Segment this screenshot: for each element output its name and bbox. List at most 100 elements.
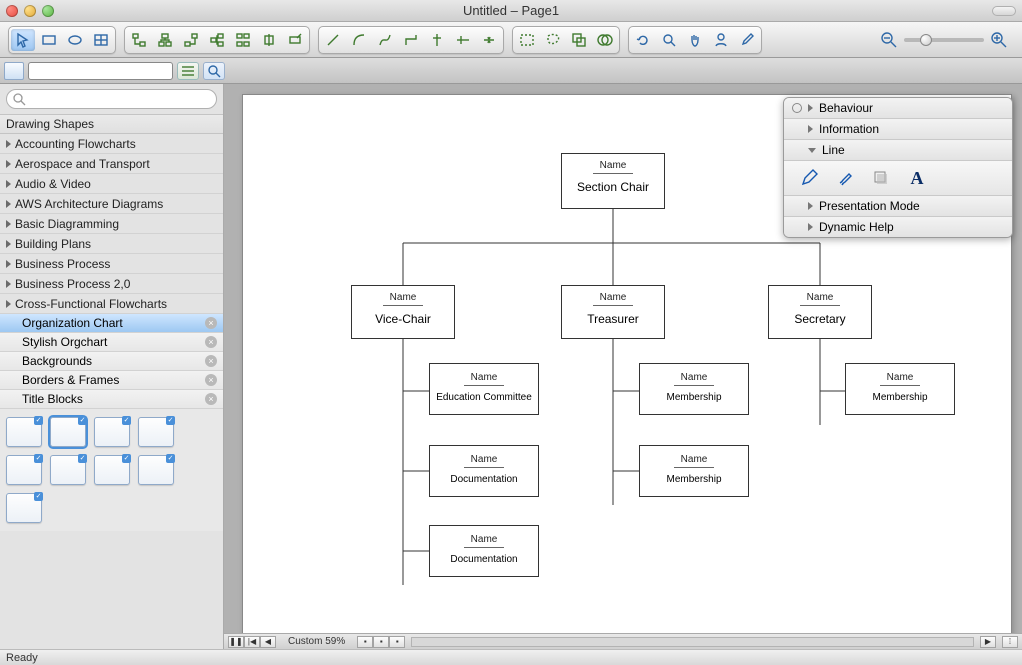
- disclosure-icon: [808, 202, 813, 210]
- table-tool[interactable]: [89, 29, 113, 51]
- zoom-in-icon[interactable]: [990, 31, 1008, 49]
- brush-tool-icon[interactable]: [834, 167, 856, 189]
- library-search-input[interactable]: [28, 62, 173, 80]
- shapes-search-input[interactable]: [6, 89, 217, 109]
- subcategory-label: Organization Chart: [22, 316, 123, 330]
- org-node-membership-t2[interactable]: Name Membership: [639, 445, 749, 497]
- stencil-shape[interactable]: ✓: [138, 455, 174, 485]
- close-stencil-icon[interactable]: ×: [205, 336, 217, 348]
- page-tab-button[interactable]: ❚❚: [228, 636, 244, 648]
- region-lasso-tool[interactable]: [541, 29, 565, 51]
- subcategory-borders-frames[interactable]: Borders & Frames×: [0, 371, 223, 390]
- tree-down-tool[interactable]: [153, 29, 177, 51]
- stencil-shape[interactable]: ✓: [94, 417, 130, 447]
- inspector-label: Presentation Mode: [819, 199, 920, 213]
- org-node-documentation-1[interactable]: Name Documentation: [429, 445, 539, 497]
- refresh-tool[interactable]: [631, 29, 655, 51]
- list-view-button[interactable]: [177, 62, 199, 80]
- arc-tool[interactable]: [347, 29, 371, 51]
- tree-delete-tool[interactable]: [283, 29, 307, 51]
- view-mode-2[interactable]: ▪: [373, 636, 389, 648]
- close-stencil-icon[interactable]: ×: [205, 317, 217, 329]
- tool-group-view: [628, 26, 762, 54]
- pan-tool[interactable]: [683, 29, 707, 51]
- org-node-section-chair[interactable]: Name Section Chair: [561, 153, 665, 209]
- stencil-shape[interactable]: ✓: [6, 493, 42, 523]
- org-node-secretary[interactable]: Name Secretary: [768, 285, 872, 339]
- tree-left-tool[interactable]: [127, 29, 151, 51]
- category-item[interactable]: Basic Diagramming: [0, 214, 223, 234]
- inspector-row-help[interactable]: Dynamic Help: [784, 217, 1012, 237]
- org-node-documentation-2[interactable]: Name Documentation: [429, 525, 539, 577]
- category-item[interactable]: Aerospace and Transport: [0, 154, 223, 174]
- subcategory-organization-chart[interactable]: Organization Chart ×: [0, 314, 223, 333]
- category-item[interactable]: Accounting Flowcharts: [0, 134, 223, 154]
- split-v-tool[interactable]: [425, 29, 449, 51]
- category-label: Building Plans: [15, 237, 91, 251]
- close-stencil-icon[interactable]: ×: [205, 393, 217, 405]
- stencil-shape[interactable]: ✓: [94, 455, 130, 485]
- close-stencil-icon[interactable]: ×: [205, 355, 217, 367]
- view-mode-1[interactable]: ▪: [357, 636, 373, 648]
- org-node-membership-t1[interactable]: Name Membership: [639, 363, 749, 415]
- category-item[interactable]: Business Process 2,0: [0, 274, 223, 294]
- user-tool[interactable]: [709, 29, 733, 51]
- shadow-tool-icon[interactable]: [870, 167, 892, 189]
- pointer-tool[interactable]: [11, 29, 35, 51]
- zoom-level-label[interactable]: Custom 59%: [282, 636, 351, 647]
- pen-tool-icon[interactable]: [798, 167, 820, 189]
- subcategory-stylish-orgchart[interactable]: Stylish Orgchart×: [0, 333, 223, 352]
- org-node-vice-chair[interactable]: Name Vice-Chair: [351, 285, 455, 339]
- stencil-shape[interactable]: ✓: [6, 417, 42, 447]
- scroll-first-button[interactable]: |◀: [244, 636, 260, 648]
- org-node-edu-committee[interactable]: Name Education Committee: [429, 363, 539, 415]
- category-item[interactable]: Building Plans: [0, 234, 223, 254]
- org-node-membership-s1[interactable]: Name Membership: [845, 363, 955, 415]
- tree-insert-tool[interactable]: [257, 29, 281, 51]
- zoom-tool[interactable]: [657, 29, 681, 51]
- category-item[interactable]: Audio & Video: [0, 174, 223, 194]
- line-tool[interactable]: [321, 29, 345, 51]
- library-tab-button[interactable]: [4, 62, 24, 80]
- org-node-treasurer[interactable]: Name Treasurer: [561, 285, 665, 339]
- elbow-tool[interactable]: [399, 29, 423, 51]
- curve-tool[interactable]: [373, 29, 397, 51]
- drawing-canvas[interactable]: Name Section Chair Name Vice-Chair Name …: [242, 94, 1012, 633]
- category-item[interactable]: Business Process: [0, 254, 223, 274]
- subcategory-title-blocks[interactable]: Title Blocks×: [0, 390, 223, 409]
- inspector-row-line[interactable]: Line: [784, 140, 1012, 161]
- eyedropper-tool[interactable]: [735, 29, 759, 51]
- view-mode-3[interactable]: ▪: [389, 636, 405, 648]
- split-h-tool[interactable]: [451, 29, 475, 51]
- rectangle-tool[interactable]: [37, 29, 61, 51]
- stencil-shape[interactable]: ✓: [50, 455, 86, 485]
- close-stencil-icon[interactable]: ×: [205, 374, 217, 386]
- scroll-next-button[interactable]: ▶: [980, 636, 996, 648]
- zoom-slider[interactable]: [904, 38, 984, 42]
- text-tool-icon[interactable]: A: [906, 167, 928, 189]
- region-merge-tool[interactable]: [593, 29, 617, 51]
- horizontal-scrollbar[interactable]: [411, 637, 974, 647]
- tree-branch-tool[interactable]: [205, 29, 229, 51]
- region-rect-tool[interactable]: [515, 29, 539, 51]
- stencil-shape[interactable]: ✓: [50, 417, 86, 447]
- resize-grip-icon[interactable]: ⁞: [1002, 636, 1018, 648]
- category-item[interactable]: Cross-Functional Flowcharts: [0, 294, 223, 314]
- search-library-button[interactable]: [203, 62, 225, 80]
- tree-grid-tool[interactable]: [231, 29, 255, 51]
- inspector-row-information[interactable]: Information: [784, 119, 1012, 140]
- stencil-shape[interactable]: ✓: [138, 417, 174, 447]
- subcategory-backgrounds[interactable]: Backgrounds×: [0, 352, 223, 371]
- disconnect-tool[interactable]: [477, 29, 501, 51]
- inspector-row-presentation[interactable]: Presentation Mode: [784, 196, 1012, 217]
- zoom-out-icon[interactable]: [880, 31, 898, 49]
- zoom-slider-thumb[interactable]: [920, 34, 932, 46]
- region-group-tool[interactable]: [567, 29, 591, 51]
- inspector-panel[interactable]: Behaviour Information Line: [783, 97, 1013, 238]
- tree-right-tool[interactable]: [179, 29, 203, 51]
- scroll-prev-button[interactable]: ◀: [260, 636, 276, 648]
- category-item[interactable]: AWS Architecture Diagrams: [0, 194, 223, 214]
- stencil-shape[interactable]: ✓: [6, 455, 42, 485]
- ellipse-tool[interactable]: [63, 29, 87, 51]
- inspector-row-behaviour[interactable]: Behaviour: [784, 98, 1012, 119]
